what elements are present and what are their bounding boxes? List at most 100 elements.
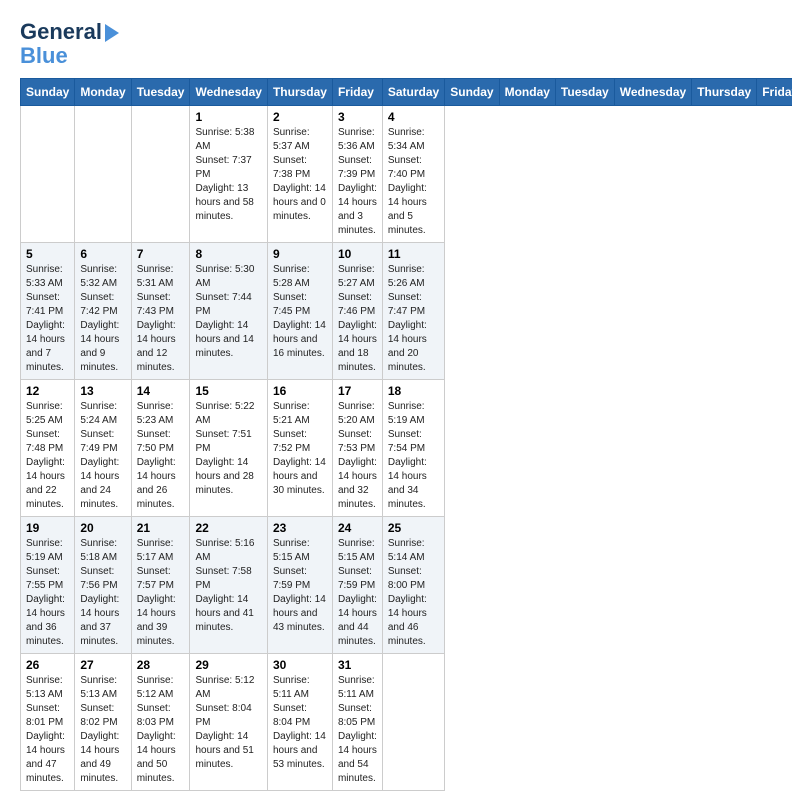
- day-info: Sunrise: 5:13 AMSunset: 8:01 PMDaylight:…: [26, 674, 69, 786]
- day-number: 22: [195, 521, 261, 535]
- day-number: 27: [80, 658, 125, 672]
- day-number: 14: [137, 384, 185, 398]
- day-number: 29: [195, 658, 261, 672]
- day-number: 30: [273, 658, 327, 672]
- logo: General Blue: [20, 20, 119, 68]
- day-number: 17: [338, 384, 377, 398]
- calendar-cell: [75, 106, 131, 243]
- day-number: 8: [195, 247, 261, 261]
- weekday-header: Wednesday: [190, 79, 267, 106]
- day-number: 6: [80, 247, 125, 261]
- logo-subtext: Blue: [20, 44, 119, 68]
- calendar-cell: 6 Sunrise: 5:32 AMSunset: 7:42 PMDaylight…: [75, 243, 131, 380]
- calendar-cell: 18Sunrise: 5:19 AMSunset: 7:54 PMDayligh…: [382, 380, 444, 517]
- day-info: Sunrise: 5:34 AMSunset: 7:40 PMDaylight:…: [388, 126, 439, 238]
- day-info: Sunrise: 5:23 AMSunset: 7:50 PMDaylight:…: [137, 400, 185, 512]
- day-number: 20: [80, 521, 125, 535]
- calendar-week-row: 5Sunrise: 5:33 AMSunset: 7:41 PMDaylight…: [21, 243, 792, 380]
- day-number: 12: [26, 384, 69, 398]
- day-number: 13: [80, 384, 125, 398]
- calendar-table: SundayMondayTuesdayWednesdayThursdayFrid…: [20, 78, 792, 791]
- day-info: Sunrise: 5:17 AMSunset: 7:57 PMDaylight:…: [137, 537, 185, 649]
- day-number: 15: [195, 384, 261, 398]
- day-info: Sunrise: 5:14 AMSunset: 8:00 PMDaylight:…: [388, 537, 439, 649]
- calendar-header-row: SundayMondayTuesdayWednesdayThursdayFrid…: [21, 79, 792, 106]
- calendar-cell: 12Sunrise: 5:25 AMSunset: 7:48 PMDayligh…: [21, 380, 75, 517]
- calendar-cell: 16Sunrise: 5:21 AMSunset: 7:52 PMDayligh…: [267, 380, 332, 517]
- logo-arrow-icon: [105, 24, 119, 42]
- calendar-cell: 26 Sunrise: 5:13 AMSunset: 8:01 PMDayligh…: [21, 654, 75, 791]
- day-number: 1: [195, 110, 261, 124]
- day-info: Sunrise: 5:12 AMSunset: 8:03 PMDaylight:…: [137, 674, 185, 786]
- day-info: Sunrise: 5:20 AMSunset: 7:53 PMDaylight:…: [338, 400, 377, 512]
- day-number: 9: [273, 247, 327, 261]
- day-info: Sunrise: 5:15 AMSunset: 7:59 PMDaylight:…: [338, 537, 377, 649]
- calendar-week-row: 19Sunrise: 5:19 AMSunset: 7:55 PMDayligh…: [21, 517, 792, 654]
- day-info: Sunrise: 5:37 AMSunset: 7:38 PMDaylight:…: [273, 126, 327, 224]
- day-info: Sunrise: 5:12 AMSunset: 8:04 PMDaylight:…: [195, 674, 261, 772]
- day-info: Sunrise: 5:16 AMSunset: 7:58 PMDaylight:…: [195, 537, 261, 635]
- calendar-cell: 13 Sunrise: 5:24 AMSunset: 7:49 PMDayligh…: [75, 380, 131, 517]
- calendar-cell: 7Sunrise: 5:31 AMSunset: 7:43 PMDaylight…: [131, 243, 190, 380]
- day-info: Sunrise: 5:32 AMSunset: 7:42 PMDaylight:…: [80, 263, 125, 375]
- day-number: 28: [137, 658, 185, 672]
- calendar-cell: 30 Sunrise: 5:11 AMSunset: 8:04 PMDayligh…: [267, 654, 332, 791]
- day-number: 19: [26, 521, 69, 535]
- calendar-cell: [21, 106, 75, 243]
- day-number: 4: [388, 110, 439, 124]
- calendar-cell: [382, 654, 444, 791]
- day-number: 7: [137, 247, 185, 261]
- page-header: General Blue: [20, 20, 772, 68]
- day-number: 10: [338, 247, 377, 261]
- weekday-header: Thursday: [692, 79, 757, 106]
- calendar-cell: 10Sunrise: 5:27 AMSunset: 7:46 PMDayligh…: [332, 243, 382, 380]
- day-info: Sunrise: 5:15 AMSunset: 7:59 PMDaylight:…: [273, 537, 327, 635]
- day-number: 5: [26, 247, 69, 261]
- calendar-cell: 17 Sunrise: 5:20 AMSunset: 7:53 PMDayligh…: [332, 380, 382, 517]
- calendar-cell: 19Sunrise: 5:19 AMSunset: 7:55 PMDayligh…: [21, 517, 75, 654]
- day-info: Sunrise: 5:19 AMSunset: 7:54 PMDaylight:…: [388, 400, 439, 512]
- calendar-cell: 14 Sunrise: 5:23 AMSunset: 7:50 PMDayligh…: [131, 380, 190, 517]
- day-number: 26: [26, 658, 69, 672]
- calendar-cell: 5Sunrise: 5:33 AMSunset: 7:41 PMDaylight…: [21, 243, 75, 380]
- weekday-header: Friday: [332, 79, 382, 106]
- weekday-header: Thursday: [267, 79, 332, 106]
- calendar-cell: [131, 106, 190, 243]
- calendar-cell: 11Sunrise: 5:26 AMSunset: 7:47 PMDayligh…: [382, 243, 444, 380]
- calendar-cell: 2 Sunrise: 5:37 AMSunset: 7:38 PMDaylight…: [267, 106, 332, 243]
- day-number: 31: [338, 658, 377, 672]
- calendar-cell: 3 Sunrise: 5:36 AMSunset: 7:39 PMDaylight…: [332, 106, 382, 243]
- weekday-header: Tuesday: [131, 79, 190, 106]
- weekday-header: Saturday: [382, 79, 444, 106]
- day-info: Sunrise: 5:11 AMSunset: 8:04 PMDaylight:…: [273, 674, 327, 772]
- day-info: Sunrise: 5:30 AMSunset: 7:44 PMDaylight:…: [195, 263, 261, 361]
- calendar-cell: 22 Sunrise: 5:16 AMSunset: 7:58 PMDayligh…: [190, 517, 267, 654]
- calendar-cell: 28 Sunrise: 5:12 AMSunset: 8:03 PMDayligh…: [131, 654, 190, 791]
- calendar-cell: 29 Sunrise: 5:12 AMSunset: 8:04 PMDayligh…: [190, 654, 267, 791]
- weekday-header: Tuesday: [555, 79, 614, 106]
- calendar-cell: 9 Sunrise: 5:28 AMSunset: 7:45 PMDaylight…: [267, 243, 332, 380]
- day-number: 21: [137, 521, 185, 535]
- weekday-header: Sunday: [21, 79, 75, 106]
- calendar-cell: 15 Sunrise: 5:22 AMSunset: 7:51 PMDayligh…: [190, 380, 267, 517]
- day-number: 3: [338, 110, 377, 124]
- calendar-week-row: 26 Sunrise: 5:13 AMSunset: 8:01 PMDayligh…: [21, 654, 792, 791]
- day-info: Sunrise: 5:21 AMSunset: 7:52 PMDaylight:…: [273, 400, 327, 498]
- day-info: Sunrise: 5:38 AMSunset: 7:37 PMDaylight:…: [195, 126, 261, 224]
- day-number: 25: [388, 521, 439, 535]
- calendar-cell: 23Sunrise: 5:15 AMSunset: 7:59 PMDayligh…: [267, 517, 332, 654]
- day-info: Sunrise: 5:36 AMSunset: 7:39 PMDaylight:…: [338, 126, 377, 238]
- day-info: Sunrise: 5:11 AMSunset: 8:05 PMDaylight:…: [338, 674, 377, 786]
- day-info: Sunrise: 5:26 AMSunset: 7:47 PMDaylight:…: [388, 263, 439, 375]
- day-info: Sunrise: 5:22 AMSunset: 7:51 PMDaylight:…: [195, 400, 261, 498]
- day-info: Sunrise: 5:24 AMSunset: 7:49 PMDaylight:…: [80, 400, 125, 512]
- day-info: Sunrise: 5:28 AMSunset: 7:45 PMDaylight:…: [273, 263, 327, 361]
- weekday-header: Wednesday: [614, 79, 691, 106]
- calendar-cell: 4 Sunrise: 5:34 AMSunset: 7:40 PMDaylight…: [382, 106, 444, 243]
- calendar-cell: 21 Sunrise: 5:17 AMSunset: 7:57 PMDayligh…: [131, 517, 190, 654]
- weekday-header: Monday: [499, 79, 555, 106]
- calendar-cell: 1 Sunrise: 5:38 AMSunset: 7:37 PMDaylight…: [190, 106, 267, 243]
- weekday-header: Sunday: [445, 79, 499, 106]
- day-number: 2: [273, 110, 327, 124]
- logo-text: General: [20, 20, 102, 44]
